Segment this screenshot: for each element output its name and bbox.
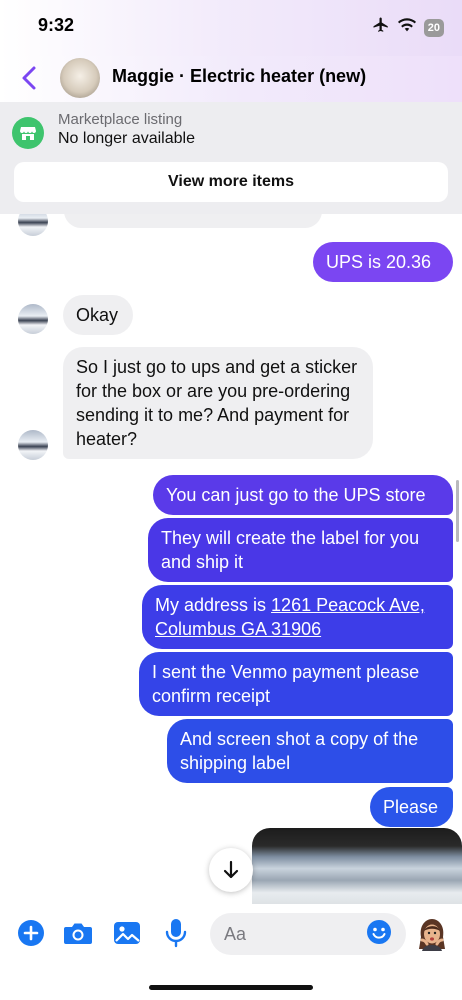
contact-mini-avatar	[18, 430, 48, 460]
avatar-sticker-icon[interactable]	[416, 917, 448, 951]
message-input[interactable]: Aa	[210, 913, 406, 955]
home-indicator[interactable]	[149, 985, 313, 990]
message-bubble-outgoing[interactable]: You can just go to the UPS store	[153, 475, 453, 515]
status-icons: 20	[372, 16, 444, 39]
message-text: Please	[383, 797, 439, 817]
message-bubble-incoming[interactable]: So I just go to ups and get a sticker fo…	[63, 347, 373, 459]
emoji-icon[interactable]	[366, 919, 392, 950]
message-bubble-incoming[interactable]: Okay	[63, 295, 133, 335]
storefront-icon	[12, 117, 44, 149]
marketplace-listing-banner: Marketplace listing No longer available …	[0, 102, 462, 214]
view-more-items-button[interactable]: View more items	[14, 162, 448, 202]
listing-status: No longer available	[58, 130, 195, 147]
camera-icon[interactable]	[63, 918, 93, 948]
contact-mini-avatar	[18, 214, 48, 236]
message-bubble-outgoing[interactable]: And screen shot a copy of the shipping l…	[167, 719, 453, 783]
message-bubble-partial	[64, 214, 322, 228]
conversation-title[interactable]: Maggie · Electric heater (new)	[112, 66, 366, 87]
message-text-prefix: My address is	[155, 595, 272, 615]
listing-label: Marketplace listing	[58, 111, 183, 128]
scroll-to-bottom-button[interactable]	[209, 848, 253, 892]
contact-mini-avatar	[18, 304, 48, 334]
message-bubble-outgoing[interactable]: They will create the label for you and s…	[148, 518, 453, 582]
battery-indicator: 20	[423, 18, 444, 37]
message-text: You can just go to the UPS store	[166, 485, 426, 505]
scrollbar-thumb[interactable]	[456, 480, 459, 542]
message-input-placeholder: Aa	[224, 923, 247, 944]
message-text: Okay	[76, 305, 119, 325]
message-bubble-outgoing[interactable]: I sent the Venmo payment please confirm …	[139, 652, 453, 716]
shared-photo[interactable]	[252, 828, 462, 904]
wifi-icon	[397, 17, 416, 38]
microphone-icon[interactable]	[161, 918, 191, 948]
arrow-down-icon	[223, 860, 239, 879]
contact-avatar[interactable]	[60, 58, 100, 98]
message-text: UPS is 20.36	[326, 252, 432, 272]
message-thread[interactable]: UPS is 20.36 Okay So I just go to ups an…	[0, 214, 462, 904]
gallery-icon[interactable]	[112, 918, 142, 948]
airplane-icon	[372, 16, 390, 39]
status-time: 9:32	[38, 15, 75, 35]
message-text: I sent the Venmo payment please confirm …	[152, 662, 420, 706]
message-text: And screen shot a copy of the shipping l…	[180, 729, 419, 773]
back-arrow-icon[interactable]	[18, 64, 42, 92]
status-bar: 9:32 20	[0, 0, 462, 56]
plus-icon[interactable]	[16, 918, 46, 948]
message-text: So I just go to ups and get a sticker fo…	[76, 357, 358, 449]
message-bubble-outgoing[interactable]: Please	[370, 787, 453, 827]
conversation-header: Maggie · Electric heater (new)	[0, 56, 462, 102]
message-composer: Aa	[0, 904, 462, 964]
message-bubble-outgoing[interactable]: My address is 1261 Peacock Ave, Columbus…	[142, 585, 453, 649]
message-bubble-outgoing[interactable]: UPS is 20.36	[313, 242, 453, 282]
message-text: They will create the label for you and s…	[161, 528, 420, 572]
